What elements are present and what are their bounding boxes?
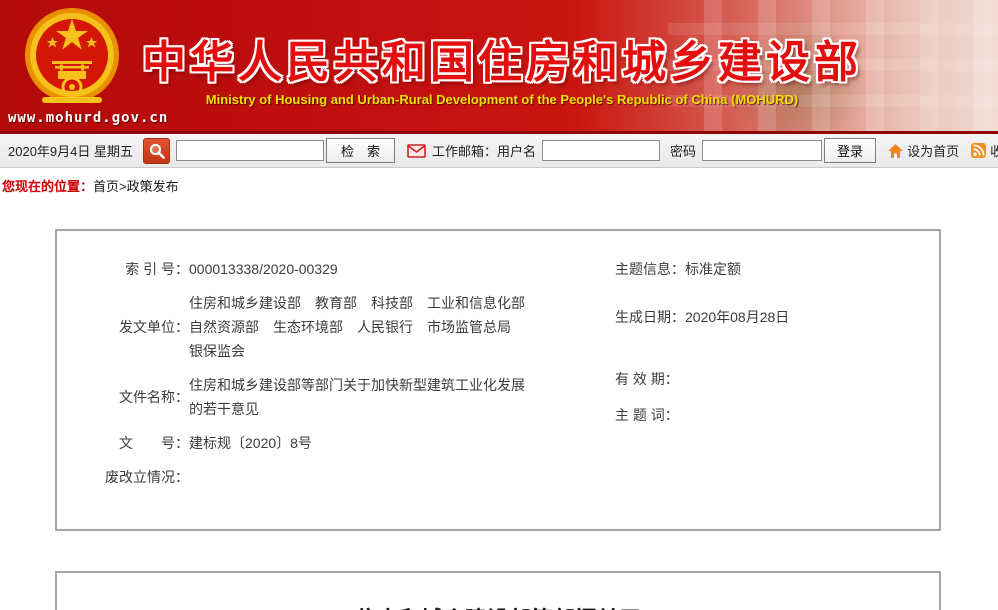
password-input[interactable] — [702, 140, 822, 161]
set-homepage-link[interactable]: 设为首页 — [888, 141, 959, 160]
national-emblem — [22, 5, 122, 109]
meta-row-index-number: 索 引 号： 000013338/2020-00329 — [85, 257, 555, 281]
rss-icon — [971, 143, 986, 158]
breadcrumb-home-link[interactable]: 首页 — [93, 179, 119, 194]
site-banner: 中华人民共和国住房和城乡建设部 Ministry of Housing and … — [0, 0, 998, 134]
breadcrumb-section-link[interactable]: 政策发布 — [127, 179, 179, 194]
meta-value: 建标规〔2020〕8号 — [189, 431, 527, 455]
favorite-site-label: 收藏本站 — [990, 141, 998, 160]
toolbar: 2020年9月4日 星期五 检 索 工作邮箱：用户名 密码 登录 设为首页 收藏… — [0, 134, 998, 168]
meta-label: 索 引 号： — [85, 257, 189, 281]
document-body-card: 住房和城乡建设部等部门关于 加快新型建筑工业化发展的若干意见 — [55, 571, 941, 610]
document-title-line1: 住房和城乡建设部等部门关于 — [57, 601, 939, 610]
meta-value: 住房和城乡建设部 教育部 科技部 工业和信息化部 自然资源部 生态环境部 人民银… — [189, 291, 527, 363]
mail-icon — [407, 144, 426, 158]
meta-value: 标准定额 — [685, 257, 741, 281]
meta-label: 文 号： — [85, 431, 189, 455]
meta-row-subject-info: 主题信息： 标准定额 — [615, 257, 911, 281]
site-subtitle-english: Ministry of Housing and Urban-Rural Deve… — [128, 92, 876, 107]
meta-label: 文件名称： — [85, 385, 189, 409]
meta-label: 生成日期： — [615, 305, 685, 329]
current-date: 2020年9月4日 星期五 — [8, 141, 133, 160]
search-submit-button[interactable]: 检 索 — [326, 138, 395, 163]
meta-value: 住房和城乡建设部等部门关于加快新型建筑工业化发展的若干意见 — [189, 373, 527, 421]
search-icon[interactable] — [143, 138, 170, 164]
site-title: 中华人民共和国住房和城乡建设部 — [128, 26, 876, 90]
favorite-site-link[interactable]: 收藏本站 — [971, 141, 998, 160]
password-label: 密码 — [670, 141, 696, 160]
meta-label: 发文单位： — [85, 315, 189, 339]
breadcrumb-prefix: 您现在的位置： — [2, 179, 93, 194]
meta-row-creation-date: 生成日期： 2020年08月28日 — [615, 305, 911, 329]
mail-username-label: 工作邮箱：用户名 — [432, 141, 536, 160]
document-metadata-card: 索 引 号： 000013338/2020-00329 发文单位： 住房和城乡建… — [55, 229, 941, 531]
meta-label: 有 效 期： — [615, 367, 679, 391]
meta-row-repeal-status: 废改立情况： — [85, 465, 555, 489]
meta-row-validity-period: 有 效 期： — [615, 367, 911, 391]
meta-row-document-number: 文 号： 建标规〔2020〕8号 — [85, 431, 555, 455]
username-input[interactable] — [542, 140, 660, 161]
home-icon — [888, 144, 903, 158]
meta-label: 主题信息： — [615, 257, 685, 281]
metadata-right-column: 主题信息： 标准定额 生成日期： 2020年08月28日 有 效 期： 主 题 … — [555, 257, 911, 499]
search-input[interactable] — [176, 140, 324, 161]
meta-row-document-name: 文件名称： 住房和城乡建设部等部门关于加快新型建筑工业化发展的若干意见 — [85, 373, 555, 421]
meta-value: 000013338/2020-00329 — [189, 257, 527, 281]
breadcrumb-separator: > — [119, 179, 127, 194]
metadata-left-column: 索 引 号： 000013338/2020-00329 发文单位： 住房和城乡建… — [85, 257, 555, 499]
meta-label: 废改立情况： — [79, 465, 189, 489]
document-title: 住房和城乡建设部等部门关于 加快新型建筑工业化发展的若干意见 — [57, 601, 939, 610]
set-homepage-label: 设为首页 — [907, 141, 959, 160]
meta-label: 主 题 词： — [615, 403, 679, 427]
meta-value: 2020年08月28日 — [685, 305, 789, 329]
breadcrumb: 您现在的位置：首页>政策发布 — [0, 168, 998, 203]
meta-row-subject-words: 主 题 词： — [615, 403, 911, 427]
login-button[interactable]: 登录 — [824, 138, 876, 163]
site-url: www.mohurd.gov.cn — [8, 110, 168, 126]
meta-row-issuing-units: 发文单位： 住房和城乡建设部 教育部 科技部 工业和信息化部 自然资源部 生态环… — [85, 291, 555, 363]
